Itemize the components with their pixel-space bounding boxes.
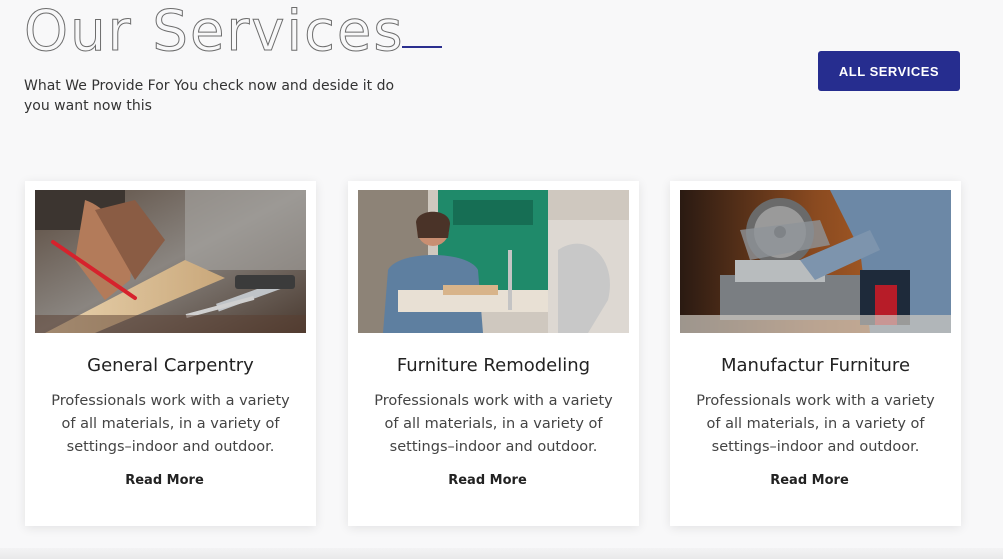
read-more-link[interactable]: Read More [670, 473, 961, 488]
section-subtitle: What We Provide For You check now and de… [24, 78, 395, 114]
carpentry-image [35, 190, 306, 333]
manufacturing-image [680, 190, 951, 333]
read-more-link[interactable]: Read More [348, 473, 639, 488]
page-title: Our Services [24, 0, 405, 65]
read-more-link[interactable]: Read More [25, 473, 316, 488]
remodeling-image [358, 190, 629, 333]
title-underline [402, 46, 442, 48]
service-card-general-carpentry: General Carpentry Professionals work wit… [25, 181, 316, 526]
all-services-button[interactable]: ALL SERVICES [818, 51, 960, 91]
service-card-manufactur-furniture: Manufactur Furniture Professionals work … [670, 181, 961, 526]
card-description: Professionals work with a variety of all… [374, 393, 613, 455]
card-title: Manufactur Furniture [720, 355, 911, 376]
service-card-furniture-remodeling: Furniture Remodeling Professionals work … [348, 181, 639, 526]
card-description: Professionals work with a variety of all… [51, 393, 290, 455]
card-title: Furniture Remodeling [396, 355, 591, 376]
section-bottom-divider [0, 548, 1003, 559]
card-title: General Carpentry [87, 355, 254, 376]
card-description: Professionals work with a variety of all… [696, 393, 935, 455]
